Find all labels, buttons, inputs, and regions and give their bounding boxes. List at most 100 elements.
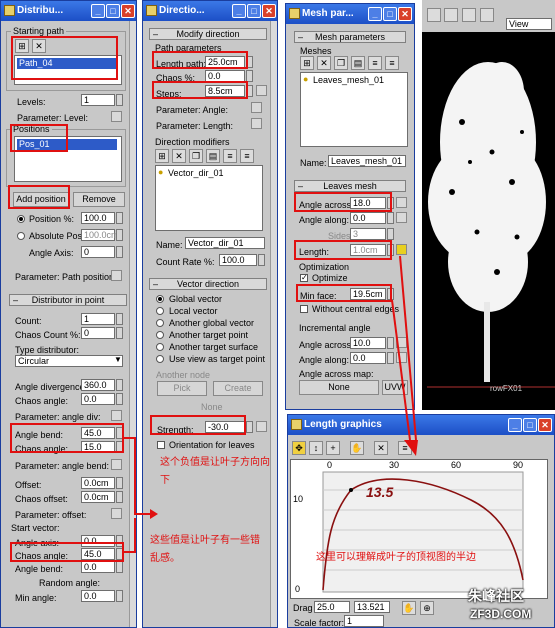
viewport-tool-icon[interactable] [444,8,458,22]
curve-icon[interactable] [111,459,122,470]
new-mesh-icon[interactable]: ⊞ [300,56,314,70]
count-field[interactable]: 1 [81,313,115,325]
chaos-count-field[interactable]: 0 [81,327,115,339]
copy-icon[interactable]: ❐ [334,56,348,70]
mesh-list[interactable]: ● Leaves_mesh_01 [300,72,408,147]
scale-icon[interactable]: ↕ [309,441,323,455]
modifier-item[interactable]: Vector_dir_01 [168,168,224,178]
uvw-button[interactable]: UVW [382,380,408,395]
curve-icon[interactable] [111,508,122,519]
remove-position-button[interactable]: Remove [73,192,125,207]
list-icon[interactable]: ≡ [398,441,412,455]
curve-icon[interactable] [251,118,262,129]
close-button[interactable]: ✕ [398,7,412,21]
length-graphics-titlebar[interactable]: Length graphics _ □ ✕ [288,415,554,435]
zoom-icon[interactable]: ⊕ [420,601,434,615]
chaos-angle-spinner[interactable] [116,393,123,405]
move-icon[interactable]: ✥ [292,441,306,455]
angle-along2-field[interactable]: 0.0 [350,352,386,364]
angle-div-field[interactable]: 360.0 [81,379,115,391]
position-pct-radio[interactable] [17,215,25,223]
chaos-count-spinner[interactable] [116,327,123,339]
chevron-down-icon[interactable]: ▼ [114,355,122,364]
curve-icon[interactable] [396,244,407,255]
leaves-mesh-rollout[interactable]: – Leaves mesh [294,180,406,192]
min-angle-field[interactable]: 0.0 [81,590,115,602]
direction-scrollbar[interactable] [270,21,277,627]
optimize-checkbox[interactable]: ✓ [300,274,308,282]
chaos-angle-field[interactable]: 0.0 [81,393,115,405]
close-button[interactable]: ✕ [538,418,552,432]
pick-button[interactable]: Pick [157,381,207,396]
angle-bend2-field[interactable]: 0.0 [81,561,115,573]
delete-icon[interactable]: ✕ [172,149,186,163]
close-button[interactable]: ✕ [262,4,276,18]
distributor-in-point-rollout[interactable]: – Distributor in point [9,294,127,306]
min-angle-spinner[interactable] [116,590,123,602]
viewport-tool-icon[interactable] [462,8,476,22]
create-button[interactable]: Create [213,381,263,396]
modifier-list[interactable]: ● Vector_dir_01 [155,165,263,231]
viewport[interactable]: View rowFX01 [422,0,555,410]
strength-spinner[interactable] [246,421,253,433]
distributor-scrollbar[interactable] [129,21,136,627]
vector-option-radio[interactable] [156,355,164,363]
orientation-checkbox[interactable] [157,441,165,449]
without-edges-checkbox[interactable] [300,305,308,313]
add-point-icon[interactable]: + [326,441,340,455]
curve-icon[interactable] [396,337,407,348]
minimize-button[interactable]: _ [368,7,382,21]
offset-field[interactable]: 0.0cm [81,477,115,489]
sides-field[interactable]: 3 [350,228,386,240]
delete-point-icon[interactable]: ✕ [374,441,388,455]
curve-icon[interactable] [256,421,267,432]
mesh-titlebar[interactable]: Mesh par... _ □ ✕ [286,4,414,24]
absolute-pos-spinner[interactable] [116,229,123,241]
count-rate-spinner[interactable] [258,254,265,266]
curve-icon[interactable] [251,102,262,113]
angle-axis-field[interactable]: 0 [81,246,115,258]
delete-icon[interactable]: ✕ [317,56,331,70]
new-modifier-icon[interactable]: ⊞ [155,149,169,163]
curve-icon[interactable] [256,85,267,96]
position-pct-spinner[interactable] [116,212,123,224]
list-icon[interactable]: ≡ [368,56,382,70]
minimize-button[interactable]: _ [232,4,246,18]
count-rate-field[interactable]: 100.0 [219,254,257,266]
list-icon[interactable]: ≡ [240,149,254,163]
curve-icon[interactable] [396,352,407,363]
name-field[interactable]: Leaves_mesh_01 [328,155,406,167]
pan-icon[interactable]: ✋ [350,441,364,455]
name-field[interactable]: Vector_dir_01 [185,237,265,249]
vector-option-radio[interactable] [156,319,164,327]
minimize-button[interactable]: _ [508,418,522,432]
angle-across2-field[interactable]: 10.0 [350,337,386,349]
direction-titlebar[interactable]: Directio... _ □ ✕ [143,1,277,21]
paste-icon[interactable]: ▤ [351,56,365,70]
list-icon[interactable]: ≡ [223,149,237,163]
maximize-button[interactable]: □ [106,4,120,18]
vector-option-radio[interactable] [156,331,164,339]
drag-y-field[interactable]: 13.521 [354,601,390,613]
maximize-button[interactable]: □ [523,418,537,432]
absolute-pos-field[interactable]: 100.0cm [81,229,119,241]
angle-axis-spinner[interactable] [116,246,123,258]
angle-bend2-spinner[interactable] [116,561,123,573]
viewport-tool-icon[interactable] [427,8,441,22]
none-button[interactable]: None [299,380,379,395]
sides-spinner[interactable] [387,228,394,240]
curve-icon[interactable] [111,410,122,421]
type-distributor-select[interactable]: Circular [15,355,123,367]
levels-spinner[interactable] [116,94,123,106]
mesh-parameters-rollout[interactable]: – Mesh parameters [294,31,406,43]
minimize-button[interactable]: _ [91,4,105,18]
graph-area[interactable]: 0 30 60 90 10 0 [290,459,548,599]
levels-field[interactable]: 1 [81,94,115,106]
scale-factor-field[interactable]: 1 [344,615,384,627]
absolute-pos-radio[interactable] [17,232,25,240]
curve-icon[interactable] [111,270,122,281]
angle-across2-spinner[interactable] [387,337,394,349]
copy-icon[interactable]: ❐ [189,149,203,163]
curve-icon[interactable] [111,111,122,122]
drag-x-field[interactable]: 25.0 [314,601,350,613]
